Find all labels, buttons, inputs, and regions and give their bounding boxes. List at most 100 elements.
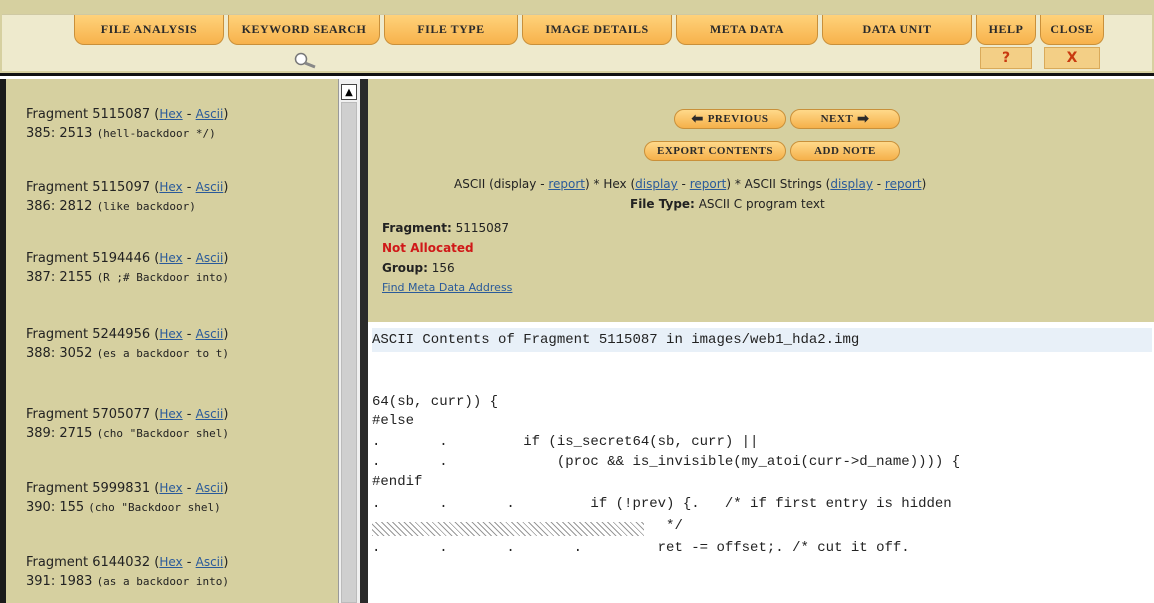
panel-divider bbox=[360, 79, 368, 603]
fragment-index: 387: 2155 bbox=[26, 270, 93, 285]
code-line: . . . . ret -= offset;. /* cut it off. bbox=[372, 540, 910, 556]
next-label: Next bbox=[820, 113, 854, 125]
ascii-link[interactable]: Ascii bbox=[196, 107, 224, 121]
tab-keyword-search[interactable]: Keyword Search bbox=[228, 15, 380, 45]
list-item: Fragment 5244956 (Hex - Ascii) 388: 3052… bbox=[26, 327, 230, 361]
fragment-title: Fragment 5194446 bbox=[26, 251, 151, 266]
fragment-index: 386: 2812 bbox=[26, 199, 93, 214]
arrow-right-icon: ➡ bbox=[857, 111, 870, 127]
code-line: #else bbox=[372, 413, 415, 429]
separator: - bbox=[677, 177, 690, 191]
file-type-label: File Type: bbox=[630, 197, 695, 211]
magnifier-icon[interactable] bbox=[292, 51, 318, 69]
fragment-title: Fragment 5705077 bbox=[26, 407, 151, 422]
hex-report-link[interactable]: report bbox=[690, 177, 727, 191]
fragment-snippet: (R ;# Backdoor into) bbox=[96, 271, 230, 284]
close-paren: ) bbox=[921, 177, 927, 191]
tab-data-unit[interactable]: Data Unit bbox=[822, 15, 972, 45]
code-line: . . . if (!prev) {. /* if first entry is… bbox=[372, 496, 952, 512]
fragment-label: Fragment: bbox=[382, 221, 452, 235]
list-item: Fragment 5115087 (Hex - Ascii) 385: 2513… bbox=[26, 107, 229, 141]
hex-link[interactable]: Hex bbox=[159, 481, 182, 495]
fragment-snippet: (cho "Backdoor shel) bbox=[96, 427, 230, 440]
ascii-link[interactable]: Ascii bbox=[196, 555, 224, 569]
toolbar-bar: File Analysis Keyword Search File Type I… bbox=[2, 14, 1152, 71]
add-note-button[interactable]: Add Note bbox=[790, 141, 900, 161]
hex-link[interactable]: Hex bbox=[159, 327, 182, 341]
list-item: Fragment 5194446 (Hex - Ascii) 387: 2155… bbox=[26, 251, 230, 285]
code-line: #endif bbox=[372, 474, 423, 490]
ascii-content: ASCII Contents of Fragment 5115087 in im… bbox=[368, 322, 1154, 603]
list-item: Fragment 5115097 (Hex - Ascii) 386: 2812… bbox=[26, 180, 229, 214]
view-options: ASCII (display - report) * Hex (display … bbox=[454, 177, 926, 191]
fragment-title: Fragment 5115097 bbox=[26, 180, 151, 195]
fragment-index: 388: 3052 bbox=[26, 346, 93, 361]
tab-meta-data[interactable]: Meta Data bbox=[676, 15, 818, 45]
strings-display-link[interactable]: display bbox=[830, 177, 873, 191]
fragment-info-bar: ⬅ Previous Next ➡ Export Contents Add Note… bbox=[368, 79, 1154, 322]
file-type-value: ASCII C program text bbox=[698, 197, 825, 211]
ascii-display-label: ASCII (display - bbox=[454, 177, 549, 191]
list-item: Fragment 5999831 (Hex - Ascii) 390: 155 … bbox=[26, 481, 229, 515]
fragment-snippet: (as a backdoor into) bbox=[96, 575, 230, 588]
hex-link[interactable]: Hex bbox=[159, 180, 182, 194]
close-icon[interactable]: X bbox=[1044, 47, 1100, 69]
fragment-line: Fragment: 5115087 bbox=[382, 221, 509, 235]
fragment-title: Fragment 6144032 bbox=[26, 555, 151, 570]
fragment-index: 390: 155 bbox=[26, 500, 85, 515]
scrollbar-thumb[interactable] bbox=[341, 102, 357, 603]
fragment-value: 5115087 bbox=[455, 221, 510, 235]
ascii-link[interactable]: Ascii bbox=[196, 327, 224, 341]
group-label: Group: bbox=[382, 261, 428, 275]
tab-image-details[interactable]: Image Details bbox=[522, 15, 672, 45]
tab-file-type[interactable]: File Type bbox=[384, 15, 518, 45]
allocation-status: Not Allocated bbox=[382, 241, 474, 255]
group-line: Group: 156 bbox=[382, 261, 455, 275]
ascii-link[interactable]: Ascii bbox=[196, 251, 224, 265]
hex-link[interactable]: Hex bbox=[159, 555, 182, 569]
content-header: ASCII Contents of Fragment 5115087 in im… bbox=[372, 328, 1152, 352]
tab-help[interactable]: Help bbox=[976, 15, 1036, 45]
code-line: 64(sb, curr)) { bbox=[372, 394, 499, 410]
code-line: . . if (is_secret64(sb, curr) || bbox=[372, 434, 759, 450]
hex-display-link[interactable]: display bbox=[635, 177, 678, 191]
ascii-link[interactable]: Ascii bbox=[196, 481, 224, 495]
fragment-index: 385: 2513 bbox=[26, 126, 93, 141]
fragment-snippet: (like backdoor) bbox=[96, 200, 196, 213]
fragment-title: Fragment 5244956 bbox=[26, 327, 151, 342]
fragment-title: Fragment 5115087 bbox=[26, 107, 151, 122]
fragment-list: Fragment 5115087 (Hex - Ascii) 385: 2513… bbox=[0, 79, 338, 603]
ascii-strings-label: ) * ASCII Strings ( bbox=[726, 177, 831, 191]
group-value: 156 bbox=[431, 261, 455, 275]
fragment-detail-panel: ⬅ Previous Next ➡ Export Contents Add Note… bbox=[368, 79, 1154, 603]
find-meta-data-link[interactable]: Find Meta Data Address bbox=[382, 281, 512, 294]
ascii-link[interactable]: Ascii bbox=[196, 180, 224, 194]
previous-button[interactable]: ⬅ Previous bbox=[674, 109, 786, 129]
file-type-line: File Type: ASCII C program text bbox=[630, 197, 825, 211]
fragment-snippet: (hell-backdoor */) bbox=[96, 127, 216, 140]
hex-link[interactable]: Hex bbox=[159, 107, 182, 121]
tab-file-analysis[interactable]: File Analysis bbox=[74, 15, 224, 45]
fragment-title: Fragment 5999831 bbox=[26, 481, 151, 496]
export-contents-button[interactable]: Export Contents bbox=[644, 141, 786, 161]
help-icon[interactable]: ? bbox=[980, 47, 1032, 69]
fragment-index: 391: 1983 bbox=[26, 574, 93, 589]
ascii-link[interactable]: Ascii bbox=[196, 407, 224, 421]
ascii-report-link[interactable]: report bbox=[548, 177, 585, 191]
previous-label: Previous bbox=[707, 113, 769, 125]
code-line: . . (proc && is_invisible(my_atoi(curr->… bbox=[372, 454, 961, 470]
fragment-snippet: (es a backdoor to t) bbox=[96, 347, 230, 360]
list-item: Fragment 6144032 (Hex - Ascii) 391: 1983… bbox=[26, 555, 230, 589]
arrow-left-icon: ⬅ bbox=[691, 111, 704, 127]
scroll-up-arrow-icon[interactable]: ▲ bbox=[341, 84, 357, 100]
fragment-index: 389: 2715 bbox=[26, 426, 93, 441]
find-meta-link-line: Find Meta Data Address bbox=[382, 281, 512, 294]
hex-link[interactable]: Hex bbox=[159, 251, 182, 265]
list-item: Fragment 5705077 (Hex - Ascii) 389: 2715… bbox=[26, 407, 230, 441]
tab-close[interactable]: Close bbox=[1040, 15, 1104, 45]
next-button[interactable]: Next ➡ bbox=[790, 109, 900, 129]
top-toolbar: File Analysis Keyword Search File Type I… bbox=[0, 0, 1154, 76]
hex-link[interactable]: Hex bbox=[159, 407, 182, 421]
strings-report-link[interactable]: report bbox=[885, 177, 922, 191]
hex-label: ) * Hex ( bbox=[585, 177, 636, 191]
